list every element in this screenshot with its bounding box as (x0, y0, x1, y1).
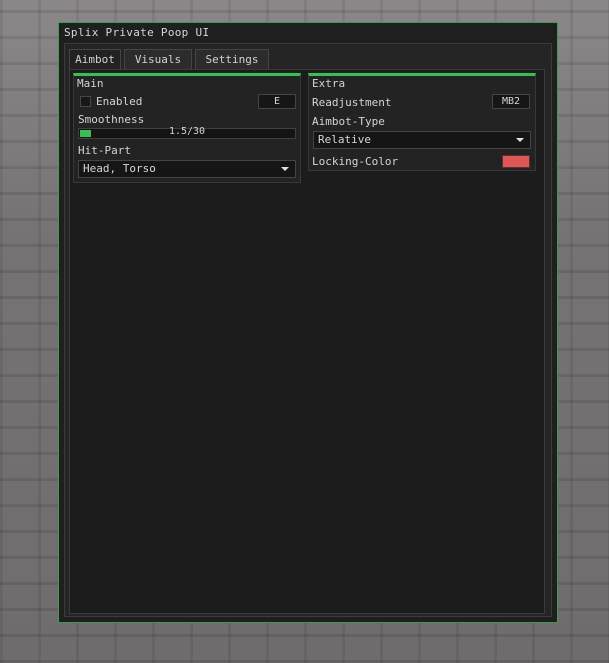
tab-visuals[interactable]: Visuals (124, 49, 192, 69)
tab-aimbot[interactable]: Aimbot (69, 49, 121, 69)
window-title: Splix Private Poop UI (64, 26, 210, 39)
tab-content: Main Enabled E Smoothness 1.5/30 Hit-Par… (69, 69, 545, 614)
chevron-down-icon (516, 138, 524, 142)
window-body: Aimbot Visuals Settings Main Enabled E S… (64, 43, 552, 617)
aimbot-type-dropdown[interactable]: Relative (313, 131, 531, 149)
chevron-down-icon (281, 167, 289, 171)
enabled-label: Enabled (96, 95, 143, 108)
readjustment-keybind[interactable]: MB2 (492, 94, 530, 109)
tab-settings[interactable]: Settings (195, 49, 269, 69)
smoothness-label: Smoothness (78, 113, 145, 126)
main-section-header: Main (77, 77, 104, 90)
extra-section-header: Extra (312, 77, 346, 90)
aimbot-type-label: Aimbot-Type (312, 115, 385, 128)
aimbot-type-selected: Relative (318, 133, 371, 146)
hit-part-label: Hit-Part (78, 144, 131, 157)
hit-part-dropdown[interactable]: Head, Torso (78, 160, 296, 178)
smoothness-slider[interactable]: 1.5/30 (78, 126, 296, 139)
smoothness-value: 1.5/30 (168, 126, 206, 137)
locking-color-swatch[interactable] (502, 155, 530, 168)
extra-section: Extra Readjustment MB2 Aimbot-Type Relat… (308, 73, 536, 171)
main-section: Main Enabled E Smoothness 1.5/30 Hit-Par… (73, 73, 301, 183)
enabled-keybind[interactable]: E (258, 94, 296, 109)
hit-part-selected: Head, Torso (83, 162, 156, 175)
aimbot-window: Splix Private Poop UI Aimbot Visuals Set… (58, 22, 558, 623)
locking-color-label: Locking-Color (312, 155, 399, 168)
enabled-checkbox[interactable] (80, 96, 91, 107)
readjustment-label: Readjustment (312, 96, 392, 109)
